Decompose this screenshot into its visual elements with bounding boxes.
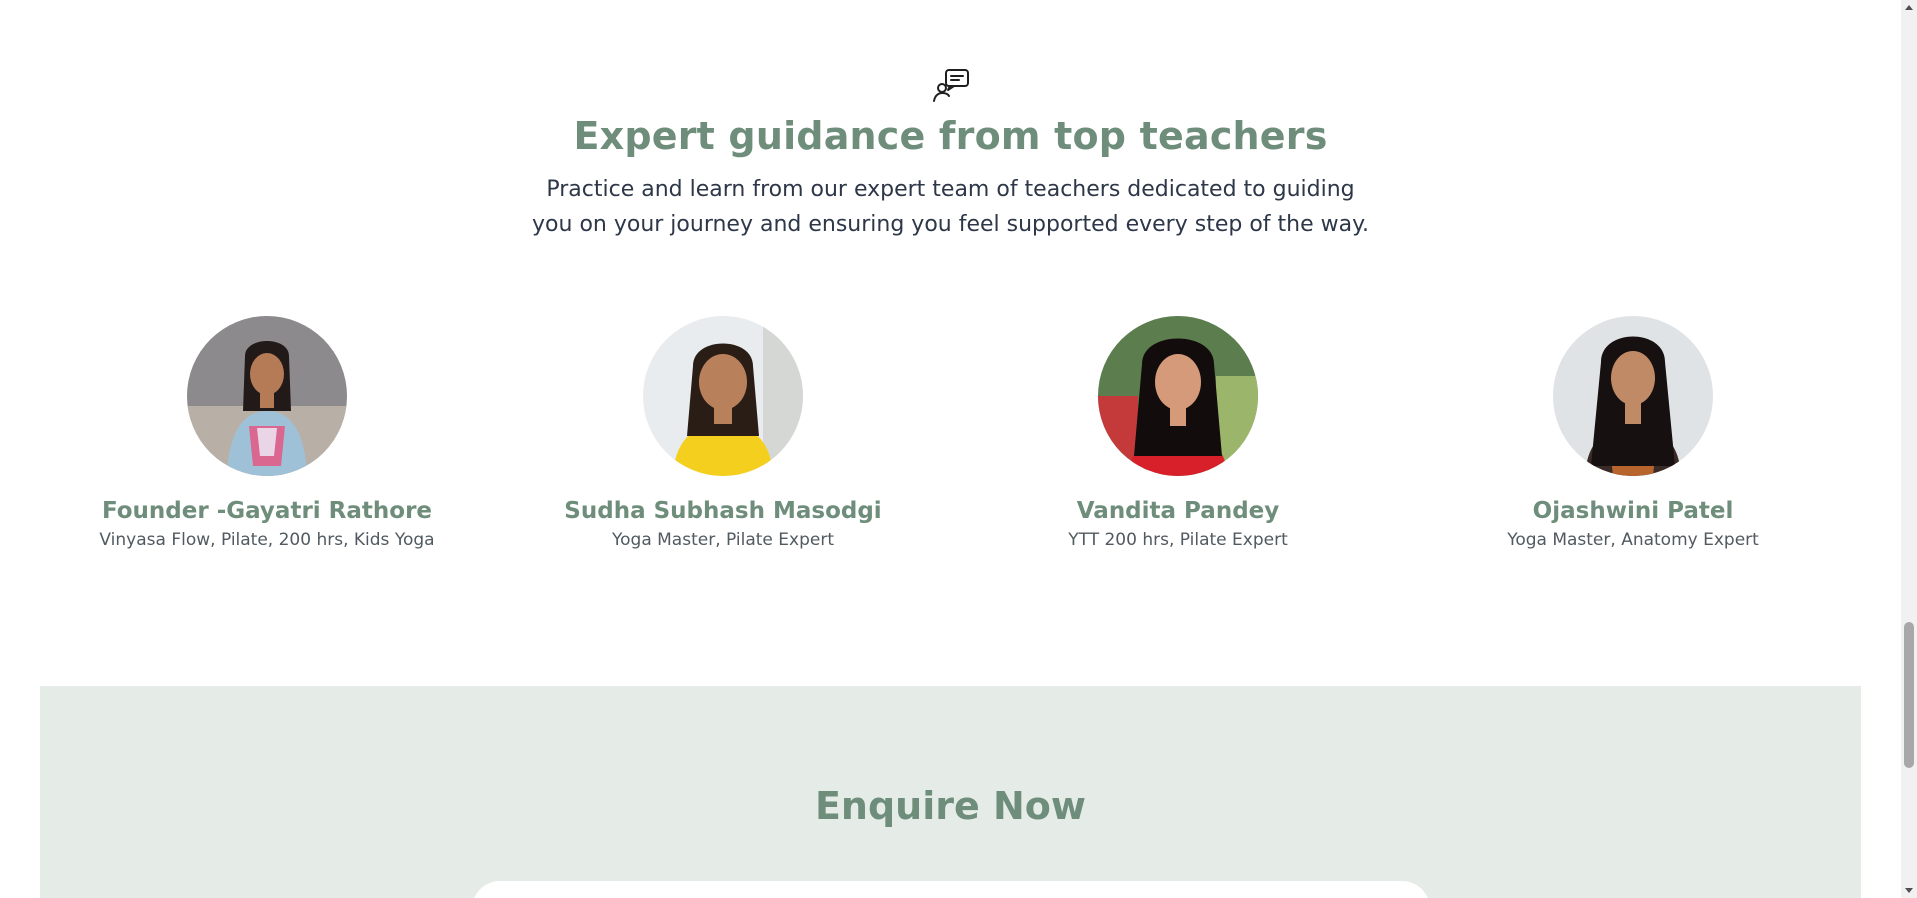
scrollbar-thumb[interactable]	[1904, 622, 1914, 768]
teacher-name: Sudha Subhash Masodgi	[564, 498, 882, 524]
page: Expert guidance from top teachers Practi…	[0, 0, 1917, 898]
teacher-avatar	[1553, 316, 1713, 476]
teacher-role: Vinyasa Flow, Pilate, 200 hrs, Kids Yoga	[99, 530, 435, 550]
vertical-scrollbar[interactable]	[1901, 0, 1917, 898]
teacher-role: Yoga Master, Anatomy Expert	[1507, 530, 1759, 550]
teacher-card: Vandita Pandey YTT 200 hrs, Pilate Exper…	[968, 316, 1388, 550]
teacher-name: Founder -Gayatri Rathore	[101, 498, 433, 524]
teacher-name: Vandita Pandey	[1076, 498, 1280, 524]
teacher-card: Sudha Subhash Masodgi Yoga Master, Pilat…	[513, 316, 933, 550]
teacher-avatar	[187, 316, 347, 476]
scroll-down-icon[interactable]	[1901, 882, 1917, 898]
teacher-avatar	[1098, 316, 1258, 476]
teacher-card: Founder -Gayatri Rathore Vinyasa Flow, P…	[57, 316, 477, 550]
teacher-avatar	[643, 316, 803, 476]
teachers-section: Expert guidance from top teachers Practi…	[0, 0, 1901, 898]
teacher-role: Yoga Master, Pilate Expert	[612, 530, 834, 550]
enquire-section: Enquire Now	[40, 686, 1861, 898]
enquiry-form-card	[472, 881, 1430, 898]
chat-person-icon	[931, 68, 971, 104]
section-title: Expert guidance from top teachers	[573, 114, 1328, 158]
section-subtitle: Practice and learn from our expert team …	[532, 177, 1369, 237]
teacher-list: Founder -Gayatri Rathore Vinyasa Flow, P…	[0, 316, 1901, 566]
teacher-role: YTT 200 hrs, Pilate Expert	[1068, 530, 1288, 550]
teacher-name: Ojashwini Patel	[1532, 498, 1734, 524]
enquire-title: Enquire Now	[814, 784, 1087, 828]
scroll-up-icon[interactable]	[1901, 0, 1917, 16]
teacher-card: Ojashwini Patel Yoga Master, Anatomy Exp…	[1423, 316, 1843, 550]
